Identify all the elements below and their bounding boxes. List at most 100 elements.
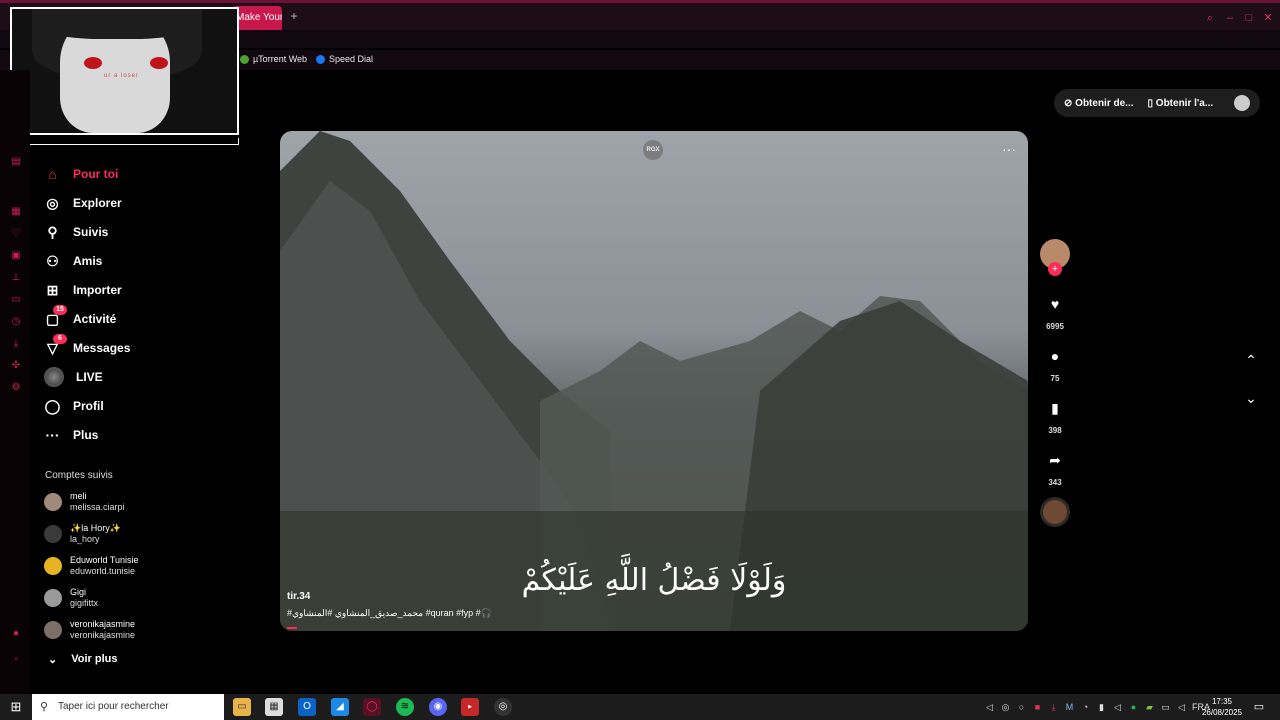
news-icon[interactable]: ▣ xyxy=(10,250,22,262)
video-hashtags[interactable]: #محمد_صديق_المنشاوي #المنشاوي #quran #fy… xyxy=(287,608,492,619)
notification-icon[interactable]: ▭ xyxy=(1252,700,1266,714)
settings-icon[interactable]: ⚙ xyxy=(10,382,22,394)
system-tray: ◁ ◎ ○ ■ ⤓ M ◔ ▮ ◁ ● ▰ ▭ ◁ FRA xyxy=(984,694,1210,720)
profile-avatar-icon[interactable] xyxy=(1234,95,1250,111)
see-more-button[interactable]: ⌄ Voir plus xyxy=(48,653,117,666)
get-coins-button[interactable]: ⊘ Obtenir de... xyxy=(1064,98,1134,109)
bookmarks-icon[interactable]: ▤ xyxy=(10,156,22,168)
creator-avatar[interactable]: + xyxy=(1040,239,1070,276)
account-name: meli xyxy=(70,491,87,501)
bookmark-utorrent[interactable]: µTorrent Web xyxy=(240,54,307,64)
followed-account[interactable]: Gigi gigifittx xyxy=(44,585,98,611)
volume-icon[interactable]: ◁ xyxy=(1112,702,1123,713)
extensions-icon[interactable]: ✣ xyxy=(10,360,22,372)
account-name: ✨la Hory✨ xyxy=(70,523,121,533)
speaker-icon[interactable]: ◁ xyxy=(984,702,995,713)
see-more-label: Voir plus xyxy=(71,653,118,665)
nav-plus[interactable]: ··· Plus xyxy=(44,423,234,447)
account-name: Gigi xyxy=(70,587,87,597)
comment-count: 75 xyxy=(1050,374,1060,383)
nav-pour-toi[interactable]: ⌂ Pour toi xyxy=(44,162,234,186)
share-count: 343 xyxy=(1048,478,1062,487)
minimize-icon[interactable]: – xyxy=(1223,11,1237,25)
visual-studio-icon[interactable]: ◢ xyxy=(331,698,349,716)
video-player[interactable]: RGX ··· وَلَوْلَا فَضْلُ اللَّهِ عَلَيْك… xyxy=(280,131,1028,631)
next-video-icon[interactable]: ⌄ xyxy=(1241,388,1261,408)
sound-icon[interactable]: ◁ xyxy=(1176,702,1187,713)
nav-suivis[interactable]: ⚲ Suivis xyxy=(44,220,234,244)
bookmark-speed-dial[interactable]: Speed Dial xyxy=(316,54,373,64)
followed-account[interactable]: veronikajasmine veronikajasmine xyxy=(44,617,135,643)
close-icon[interactable]: ✕ xyxy=(1261,11,1275,25)
gx-icon[interactable]: ▫ xyxy=(10,654,22,666)
like-count: 6995 xyxy=(1046,322,1064,331)
nav-amis[interactable]: ⚇ Amis xyxy=(44,249,234,273)
previous-video-icon[interactable]: ⌃ xyxy=(1241,350,1261,370)
mic-icon[interactable]: ▮ xyxy=(1096,702,1107,713)
gaming-icon[interactable]: ▭ xyxy=(10,294,22,306)
outlook-icon[interactable]: O xyxy=(298,698,316,716)
bluetooth-icon[interactable]: ◔ xyxy=(1080,702,1091,713)
network-icon[interactable]: ▭ xyxy=(1160,702,1171,713)
grid-icon[interactable]: ▦ xyxy=(10,206,22,218)
nav-live[interactable]: LIVE xyxy=(44,365,234,389)
opera-gx-icon[interactable]: ◯ xyxy=(363,698,381,716)
like-button[interactable]: ♥ 6995 xyxy=(1040,296,1070,331)
following-icon: ⚲ xyxy=(47,223,58,240)
messages-badge: 6 xyxy=(53,333,67,344)
store-icon[interactable]: ▦ xyxy=(265,698,283,716)
nav-explorer[interactable]: ◎ Explorer xyxy=(44,191,234,215)
avatar xyxy=(44,589,62,607)
followed-account[interactable]: meli melissa.ciarpi xyxy=(44,489,125,515)
record-icon[interactable]: ■ xyxy=(1032,702,1043,713)
meet-icon[interactable]: M xyxy=(1064,702,1075,713)
spotify-tray-icon[interactable]: ● xyxy=(1128,702,1139,713)
record-icon[interactable]: ● xyxy=(10,628,22,640)
windows-start-icon[interactable]: ⊞ xyxy=(0,694,32,720)
taskbar-clock[interactable]: 17:35 26/08/2025 xyxy=(1200,696,1244,718)
avatar xyxy=(44,493,62,511)
followed-account[interactable]: ✨la Hory✨ la_hory xyxy=(44,521,121,547)
get-app-button[interactable]: ▯ Obtenir l'a... xyxy=(1148,98,1214,109)
download-icon[interactable]: ⤓ xyxy=(1048,702,1059,713)
nav-label: Amis xyxy=(73,254,103,268)
browser-tab-active[interactable]: Make Your D... xyxy=(232,6,282,30)
video-more-icon[interactable]: ··· xyxy=(1002,141,1016,157)
obs-icon[interactable]: ◎ xyxy=(494,698,512,716)
file-explorer-icon[interactable]: ▭ xyxy=(233,698,251,716)
nav-label: Explorer xyxy=(73,196,122,210)
spotify-icon[interactable]: ≋ xyxy=(396,698,414,716)
steam-icon[interactable]: ◎ xyxy=(1000,702,1011,713)
nav-activite[interactable]: ▢ 15 Activité xyxy=(44,304,234,331)
friends-icon: ⚇ xyxy=(46,252,59,269)
discord-icon[interactable]: ◉ xyxy=(429,698,447,716)
bookmark-label: µTorrent Web xyxy=(253,54,308,64)
pin-icon[interactable]: ⊥ xyxy=(10,272,22,284)
avatar xyxy=(44,557,62,575)
search-icon[interactable]: ⌕ xyxy=(1203,11,1217,25)
get-app-label: Obtenir l'a... xyxy=(1155,97,1214,109)
video-editor-icon[interactable]: ▶ xyxy=(461,698,479,716)
nav-messages[interactable]: ▽ 6 Messages xyxy=(44,333,234,360)
music-disc-icon[interactable] xyxy=(1040,497,1070,527)
followed-account[interactable]: Eduworld Tunisie eduworld.tunisie xyxy=(44,553,139,579)
nav-importer[interactable]: ⊞ Importer xyxy=(44,278,234,302)
download-icon[interactable]: ⤓ xyxy=(10,338,22,350)
heart-icon[interactable]: ♡ xyxy=(10,228,22,240)
maximize-icon[interactable]: □ xyxy=(1242,11,1256,25)
taskbar-search-input[interactable]: ⚲ Taper ici pour rechercher xyxy=(32,694,224,720)
new-tab-button[interactable]: + xyxy=(287,9,301,23)
video-author[interactable]: tir.34 xyxy=(287,591,310,602)
save-button[interactable]: ▮ 398 xyxy=(1040,400,1070,435)
messages-icon: ▽ 6 xyxy=(44,333,67,357)
history-icon[interactable]: ◷ xyxy=(10,316,22,328)
circle-icon[interactable]: ○ xyxy=(1016,702,1027,713)
nav-profil[interactable]: ◯ Profil xyxy=(44,394,234,418)
webcam-frame-bar xyxy=(10,138,239,145)
video-progress[interactable] xyxy=(287,627,297,629)
speed-dial-icon xyxy=(316,54,325,64)
share-button[interactable]: ➦ 343 xyxy=(1040,452,1070,487)
follow-plus-icon[interactable]: + xyxy=(1048,262,1062,276)
nvidia-icon[interactable]: ▰ xyxy=(1144,702,1155,713)
comment-button[interactable]: ● 75 xyxy=(1040,348,1070,383)
